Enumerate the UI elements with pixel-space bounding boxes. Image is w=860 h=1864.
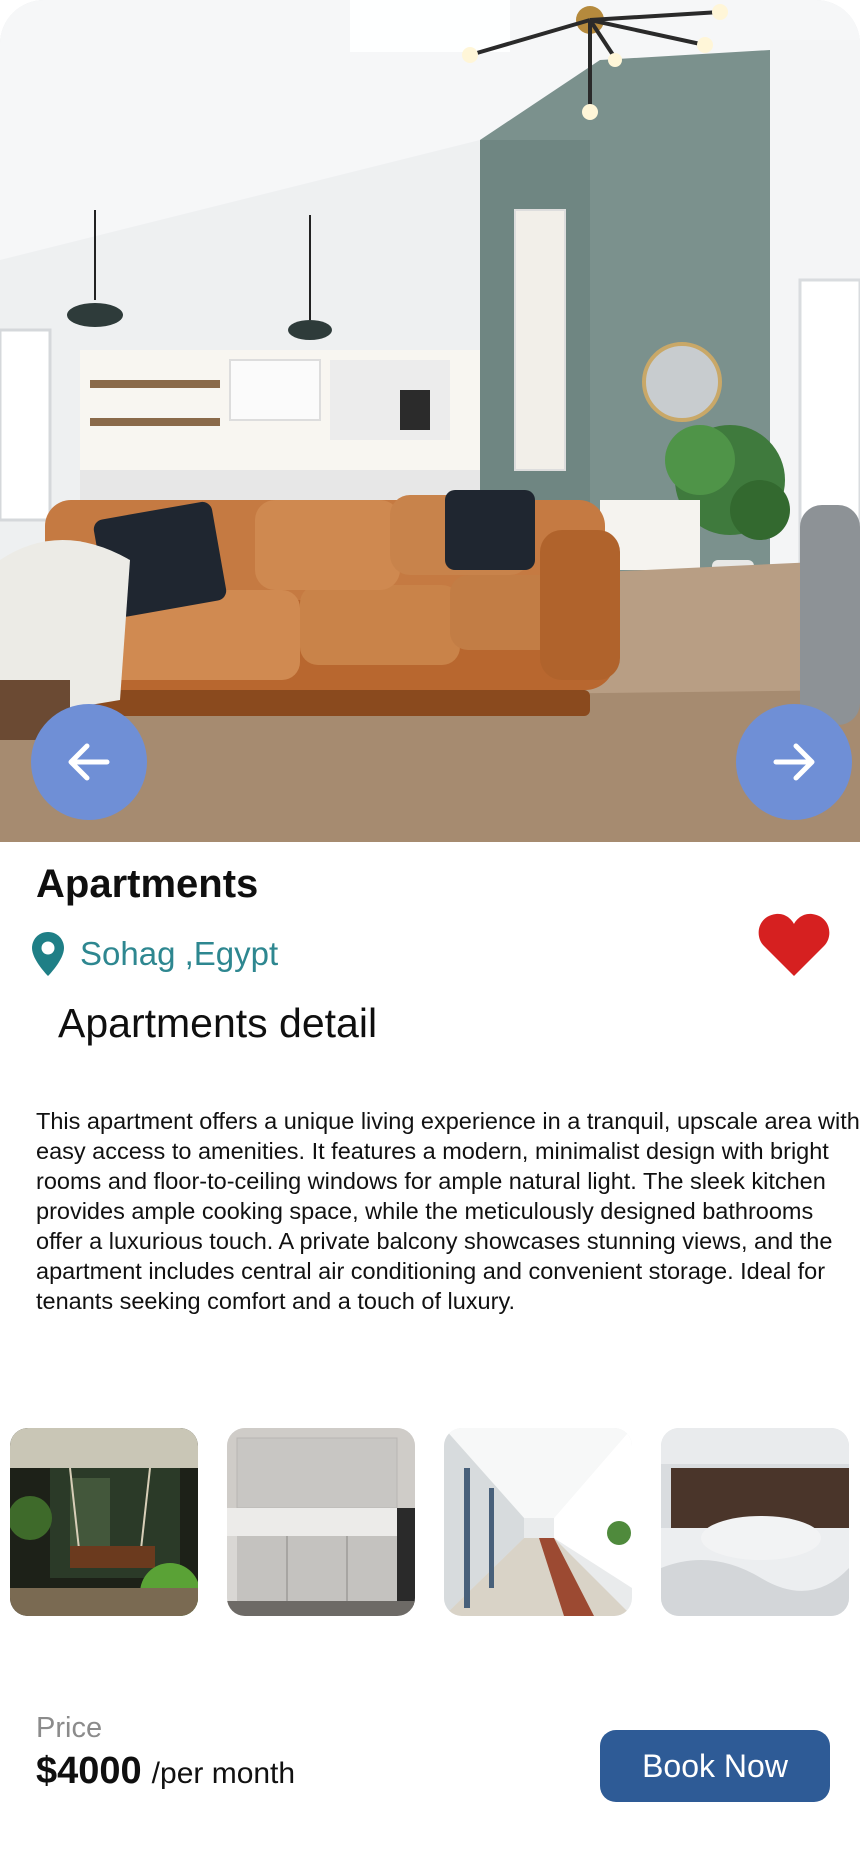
arrow-right-icon (773, 743, 815, 781)
price-value: $4000 /per month (36, 1750, 295, 1793)
thumbnail-porch-swing[interactable] (10, 1428, 198, 1616)
living-room-photo (0, 0, 860, 842)
location-text: Sohag ,Egypt (80, 935, 279, 972)
arrow-left-icon (68, 743, 110, 781)
heart-icon (758, 913, 830, 976)
price-label: Price (36, 1712, 103, 1744)
price-unit: /per month (151, 1757, 296, 1790)
book-now-button[interactable]: Book Now (600, 1730, 830, 1802)
next-image-button[interactable] (736, 704, 852, 820)
thumbnail-corridor[interactable] (444, 1428, 632, 1616)
favorite-button[interactable] (756, 910, 832, 978)
thumbnail-bedroom[interactable] (661, 1428, 849, 1616)
hero-image (0, 0, 860, 842)
details-heading: Apartments detail (58, 1000, 378, 1046)
previous-image-button[interactable] (31, 704, 147, 820)
map-pin-icon (30, 930, 66, 978)
listing-title: Apartments (36, 862, 259, 906)
gallery-thumbnails (10, 1428, 849, 1616)
listing-location: Sohag ,Egypt (30, 930, 278, 978)
thumbnail-kitchen[interactable] (227, 1428, 415, 1616)
details-description: This apartment offers a unique living ex… (36, 1108, 860, 1314)
price-amount: $4000 (36, 1750, 142, 1792)
